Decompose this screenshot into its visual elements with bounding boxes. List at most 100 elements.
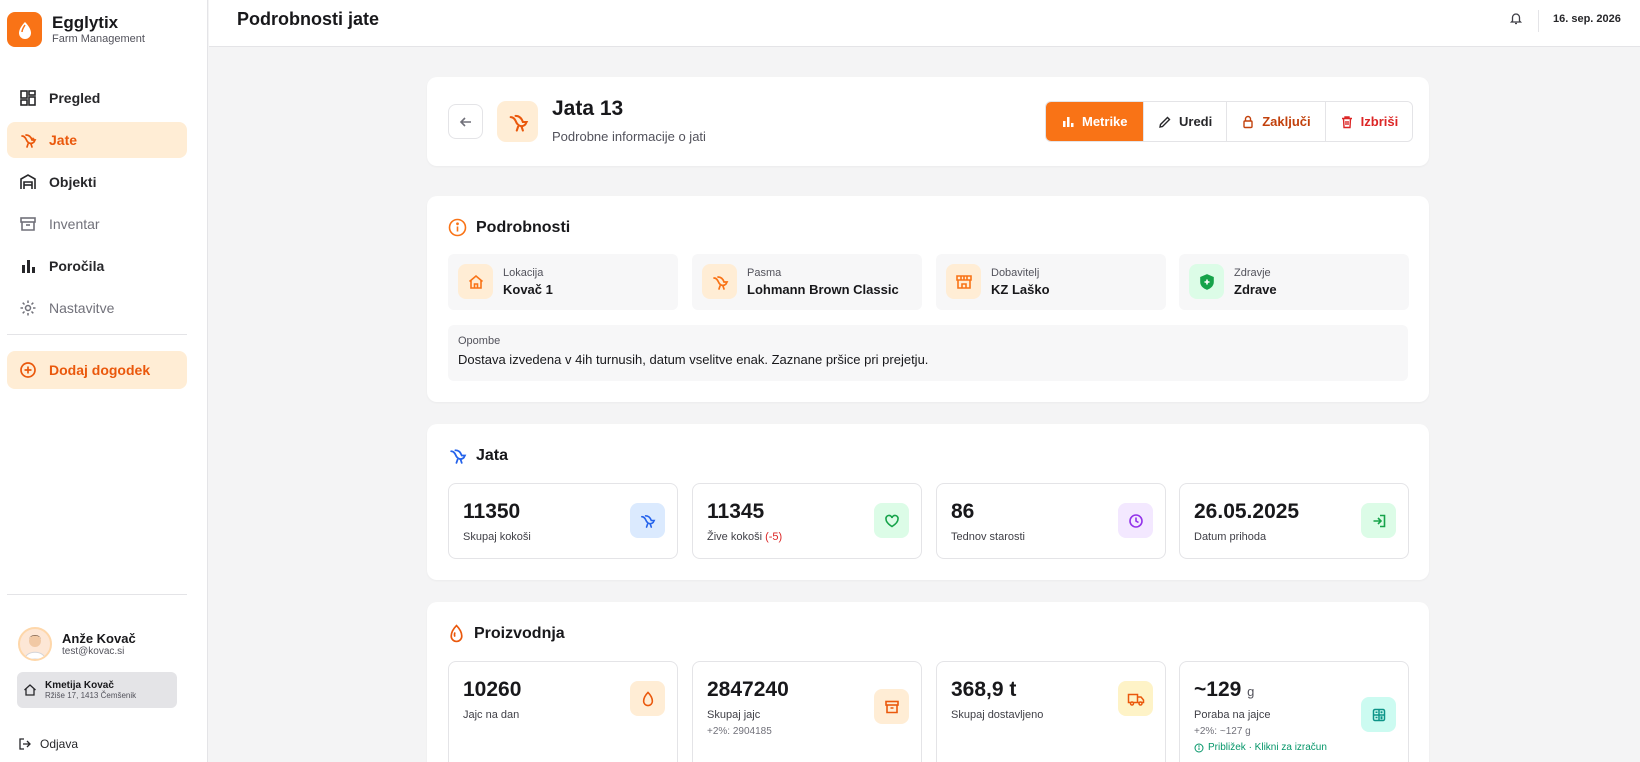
sidebar-item-label: Nastavitve	[49, 300, 115, 316]
egg-icon	[630, 681, 665, 716]
delete-label: Izbriši	[1360, 114, 1399, 129]
logout-button[interactable]: Odjava	[18, 737, 78, 751]
warehouse-icon	[20, 174, 36, 189]
calculate-link[interactable]: Približek · Klikni za izračun	[1194, 742, 1327, 753]
arrow-left-icon	[459, 116, 471, 127]
bell-icon[interactable]	[1509, 11, 1523, 30]
bar-chart-icon	[1063, 117, 1074, 127]
total-eggs-stat: 2847240 Skupaj jajc +2%: 2904185	[692, 661, 922, 762]
sidebar-item-label: Inventar	[49, 216, 100, 232]
brand-subtitle: Farm Management	[52, 33, 145, 45]
arrival-date-stat: 26.05.2025 Datum prihoda	[1179, 483, 1409, 559]
brand[interactable]: Egglytix Farm Management	[7, 12, 145, 47]
delete-button[interactable]: Izbriši	[1324, 102, 1413, 141]
stat-value: 2847240	[707, 678, 789, 701]
stat-label-wrap: Žive kokoši (-5)	[707, 531, 782, 543]
location-value: Kovač 1	[503, 282, 553, 297]
flock-header-card: Jata 13 Podrobne informacije o jati Metr…	[427, 77, 1429, 166]
sidebar-divider	[7, 594, 187, 595]
topbar: Podrobnosti jate 16. sep. 2026	[209, 0, 1640, 47]
archive-icon	[20, 217, 36, 231]
sidebar-item-jate[interactable]: Jate	[7, 122, 187, 158]
info-icon	[448, 218, 467, 237]
shield-plus-icon	[1189, 264, 1224, 299]
farm-selector[interactable]: Kmetija Kovač Ržiše 17, 1413 Čemšenik	[17, 672, 177, 708]
edit-button[interactable]: Uredi	[1143, 102, 1227, 141]
avatar	[18, 627, 52, 661]
current-date: 16. sep. 2026	[1553, 13, 1621, 25]
stat-value: 10260	[463, 678, 522, 701]
sidebar-item-porocila[interactable]: Poročila	[7, 248, 187, 284]
notes-box: Opombe Dostava izvedena v 4ih turnusih, …	[448, 325, 1408, 381]
brand-name: Egglytix	[52, 13, 119, 32]
gear-icon	[20, 300, 36, 316]
calculator-icon	[1361, 697, 1396, 732]
health-tile: Zdravje Zdrave	[1179, 254, 1409, 310]
home-icon	[458, 264, 493, 299]
metrics-label: Metrike	[1082, 114, 1128, 129]
dashboard-icon	[20, 90, 36, 106]
stat-delta: (-5)	[765, 531, 783, 543]
feed-per-egg-stat[interactable]: ~129 g Poraba na jajce +2%: ~127 g Pribl…	[1179, 661, 1409, 762]
user-name: Anže Kovač	[62, 631, 136, 646]
notes-label: Opombe	[458, 335, 501, 347]
sidebar-item-label: Pregled	[49, 90, 101, 106]
bird-icon	[702, 264, 737, 299]
nav-divider	[7, 334, 187, 335]
health-label: Zdravje	[1234, 267, 1271, 279]
stat-projection: +2%: 2904185	[707, 726, 772, 737]
breed-label: Pasma	[747, 267, 782, 279]
flock-heading: Jata	[448, 446, 508, 465]
bird-icon	[21, 134, 37, 148]
stat-value: 11345	[707, 500, 765, 523]
breed-tile: Pasma Lohmann Brown Classic	[692, 254, 922, 310]
sidebar-item-label: Poročila	[49, 258, 105, 274]
stat-value-wrap: ~129 g	[1194, 678, 1254, 702]
edit-label: Uredi	[1179, 114, 1213, 129]
bird-icon	[450, 449, 467, 464]
sidebar-item-inventar[interactable]: Inventar	[7, 206, 187, 242]
egg-logo-icon	[7, 12, 42, 47]
stat-label: Žive kokoši	[707, 531, 763, 543]
store-icon	[946, 264, 981, 299]
action-toolbar: Metrike Uredi Zaključi Izbriši	[1045, 101, 1414, 142]
production-card: Proizvodnja 10260 Jajc na dan 2847240 Sk…	[427, 602, 1429, 762]
clock-icon	[1118, 503, 1153, 538]
stat-value: 11350	[463, 500, 521, 523]
back-button[interactable]	[448, 104, 483, 139]
home-icon	[24, 684, 36, 696]
supplier-label: Dobavitelj	[991, 267, 1040, 279]
archive-icon	[874, 689, 909, 724]
sidebar-item-label: Objekti	[49, 174, 97, 190]
pencil-icon	[1159, 116, 1171, 128]
sidebar-item-label: Jate	[49, 132, 78, 148]
metrics-button[interactable]: Metrike	[1046, 102, 1143, 141]
topbar-divider	[1538, 10, 1539, 32]
sidebar-item-nastavitve[interactable]: Nastavitve	[7, 290, 187, 326]
sidebar-item-pregled[interactable]: Pregled	[7, 80, 187, 116]
lock-icon	[1243, 115, 1253, 128]
stat-projection: +2%: ~127 g	[1194, 726, 1251, 737]
plus-circle-icon	[20, 362, 36, 378]
truck-icon	[1118, 681, 1153, 716]
logout-icon	[19, 738, 31, 750]
user-email: test@kovac.si	[62, 646, 125, 657]
flock-stats-card: Jata 11350 Skupaj kokoši 11345 Žive koko…	[427, 424, 1429, 580]
user-profile[interactable]: Anže Kovač test@kovac.si	[18, 627, 136, 661]
egg-icon	[450, 624, 463, 643]
health-value: Zdrave	[1234, 282, 1277, 297]
flock-subtitle: Podrobne informacije o jati	[552, 129, 706, 144]
total-hens-stat: 11350 Skupaj kokoši	[448, 483, 678, 559]
stat-label: Poraba na jajce	[1194, 709, 1271, 721]
details-heading: Podrobnosti	[448, 218, 570, 237]
stat-unit: g	[1247, 684, 1255, 699]
age-weeks-stat: 86 Tednov starosti	[936, 483, 1166, 559]
eggs-per-day-stat: 10260 Jajc na dan	[448, 661, 678, 762]
close-flock-button[interactable]: Zaključi	[1226, 102, 1325, 141]
sidebar: Egglytix Farm Management Pregled Jate Ob…	[0, 0, 208, 762]
sidebar-item-objekti[interactable]: Objekti	[7, 164, 187, 200]
add-event-label: Dodaj dogodek	[49, 362, 151, 378]
farm-name: Kmetija Kovač	[45, 680, 114, 691]
page-title: Podrobnosti jate	[237, 9, 380, 29]
add-event-button[interactable]: Dodaj dogodek	[7, 351, 187, 389]
